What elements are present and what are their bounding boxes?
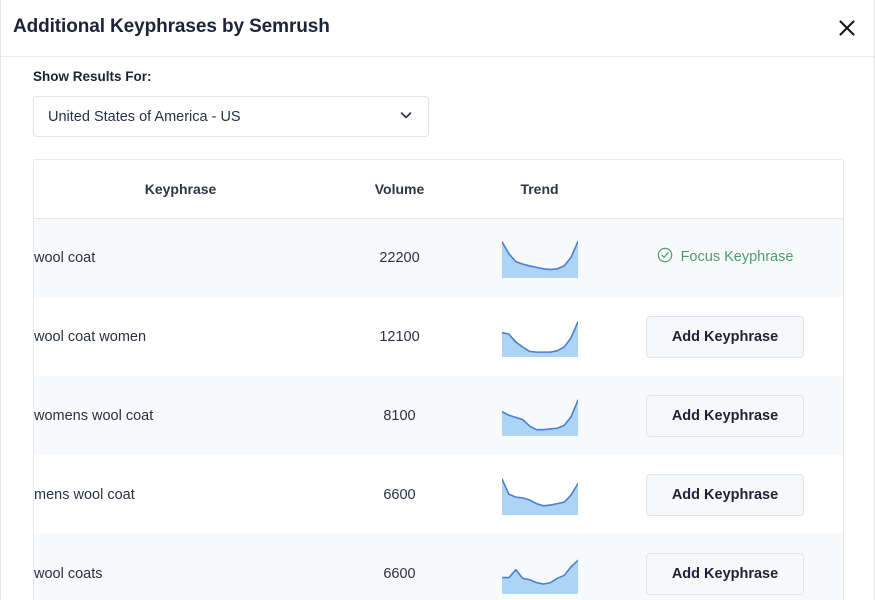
keyphrases-table: Keyphrase Volume Trend wool coat 22200 Foc… bbox=[34, 160, 843, 600]
modal-header: Additional Keyphrases by Semrush bbox=[1, 0, 874, 57]
cell-volume: 22200 bbox=[379, 249, 420, 266]
column-header-keyphrase: Keyphrase bbox=[34, 160, 327, 219]
table-row: wool coats 6600 Add Keyphrase bbox=[34, 534, 843, 600]
cell-trend-sparkline bbox=[472, 297, 607, 376]
cell-volume: 6600 bbox=[383, 565, 416, 582]
show-results-for-label: Show Results For: bbox=[33, 69, 152, 84]
chevron-down-icon bbox=[398, 107, 414, 127]
country-select[interactable]: United States of America - US bbox=[33, 96, 429, 137]
check-circle-icon bbox=[657, 247, 673, 267]
modal-dialog: Additional Keyphrases by Semrush Show Re… bbox=[0, 0, 875, 600]
page-title: Additional Keyphrases by Semrush bbox=[13, 16, 330, 37]
table-row: wool coat 22200 Focus Keyphrase bbox=[34, 218, 843, 297]
close-button[interactable] bbox=[830, 11, 864, 45]
cell-volume: 6600 bbox=[383, 486, 416, 503]
cell-trend-sparkline bbox=[472, 534, 607, 600]
cell-action: Add Keyphrase bbox=[607, 455, 843, 534]
cell-keyphrase: wool coat bbox=[34, 249, 96, 266]
cell-trend-sparkline bbox=[472, 218, 607, 297]
cell-keyphrase: mens wool coat bbox=[34, 486, 135, 503]
keyphrases-table-container: Keyphrase Volume Trend wool coat 22200 Foc… bbox=[33, 159, 844, 600]
close-icon bbox=[837, 18, 857, 38]
table-row: wool coat women 12100 Add Keyphrase bbox=[34, 297, 843, 376]
cell-keyphrase: wool coats bbox=[34, 565, 103, 582]
add-keyphrase-button[interactable]: Add Keyphrase bbox=[646, 315, 804, 358]
table-header-row: Keyphrase Volume Trend bbox=[34, 160, 843, 219]
status-badge-focus-keyphrase: Focus Keyphrase bbox=[657, 247, 794, 267]
add-keyphrase-button[interactable]: Add Keyphrase bbox=[646, 473, 804, 516]
cell-action: Add Keyphrase bbox=[607, 297, 843, 376]
cell-keyphrase: wool coat women bbox=[34, 328, 147, 345]
cell-volume: 12100 bbox=[379, 328, 420, 345]
table-row: womens wool coat 8100 Add Keyphrase bbox=[34, 376, 843, 455]
cell-trend-sparkline bbox=[472, 455, 607, 534]
cell-action: Add Keyphrase bbox=[607, 534, 843, 600]
table-body: wool coat 22200 Focus Keyphrase wool coat w… bbox=[34, 218, 843, 600]
cell-volume: 8100 bbox=[383, 407, 416, 424]
column-header-trend: Trend bbox=[472, 160, 607, 219]
filter-section: Show Results For: United States of Ameri… bbox=[1, 57, 874, 137]
country-select-wrapper: United States of America - US bbox=[33, 96, 429, 137]
add-keyphrase-button[interactable]: Add Keyphrase bbox=[646, 394, 804, 437]
status-badge-label: Focus Keyphrase bbox=[680, 249, 794, 266]
cell-trend-sparkline bbox=[472, 376, 607, 455]
table-row: mens wool coat 6600 Add Keyphrase bbox=[34, 455, 843, 534]
column-header-action bbox=[607, 160, 843, 219]
cell-action: Add Keyphrase bbox=[607, 376, 843, 455]
cell-action: Focus Keyphrase bbox=[607, 218, 843, 297]
add-keyphrase-button[interactable]: Add Keyphrase bbox=[646, 552, 804, 595]
cell-keyphrase: womens wool coat bbox=[34, 407, 154, 424]
country-select-value: United States of America - US bbox=[48, 108, 241, 125]
column-header-volume: Volume bbox=[327, 160, 472, 219]
